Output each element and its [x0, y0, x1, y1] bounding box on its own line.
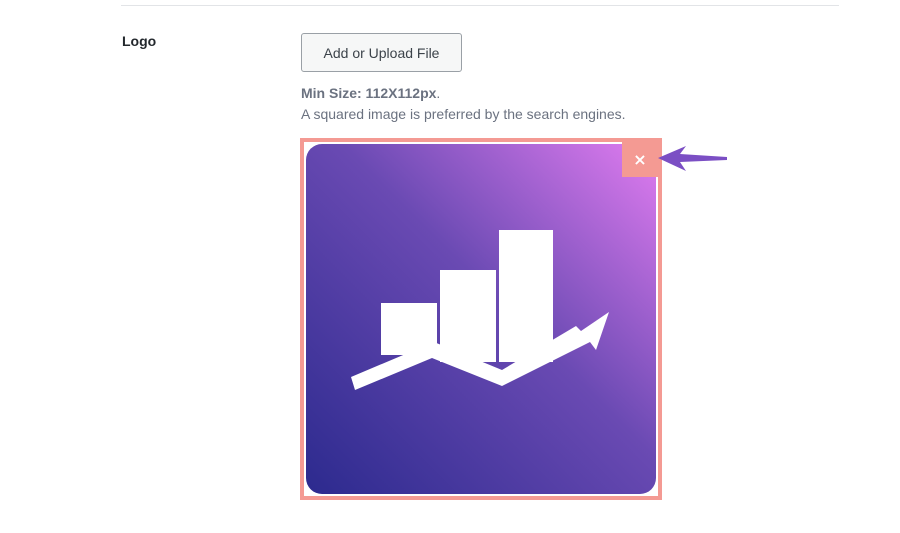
min-size-suffix: . [436, 85, 441, 101]
min-size-hint: Min Size: 112X112px. [301, 85, 440, 101]
section-divider [121, 5, 839, 6]
logo-settings-page: Logo Add or Upload File Min Size: 112X11… [0, 0, 900, 533]
add-or-upload-file-button[interactable]: Add or Upload File [301, 33, 462, 72]
logo-preview-frame [300, 138, 662, 500]
min-size-text: Min Size: 112X112px [301, 85, 437, 101]
callout-arrow-icon [658, 146, 727, 171]
bar-chart-growth-logo-icon [306, 144, 656, 494]
logo-preview-image [306, 144, 656, 494]
logo-field-label: Logo [122, 33, 157, 49]
logo-preview-inner [304, 142, 658, 496]
squared-image-hint: A squared image is preferred by the sear… [301, 106, 626, 122]
remove-image-button[interactable]: × [622, 142, 658, 177]
